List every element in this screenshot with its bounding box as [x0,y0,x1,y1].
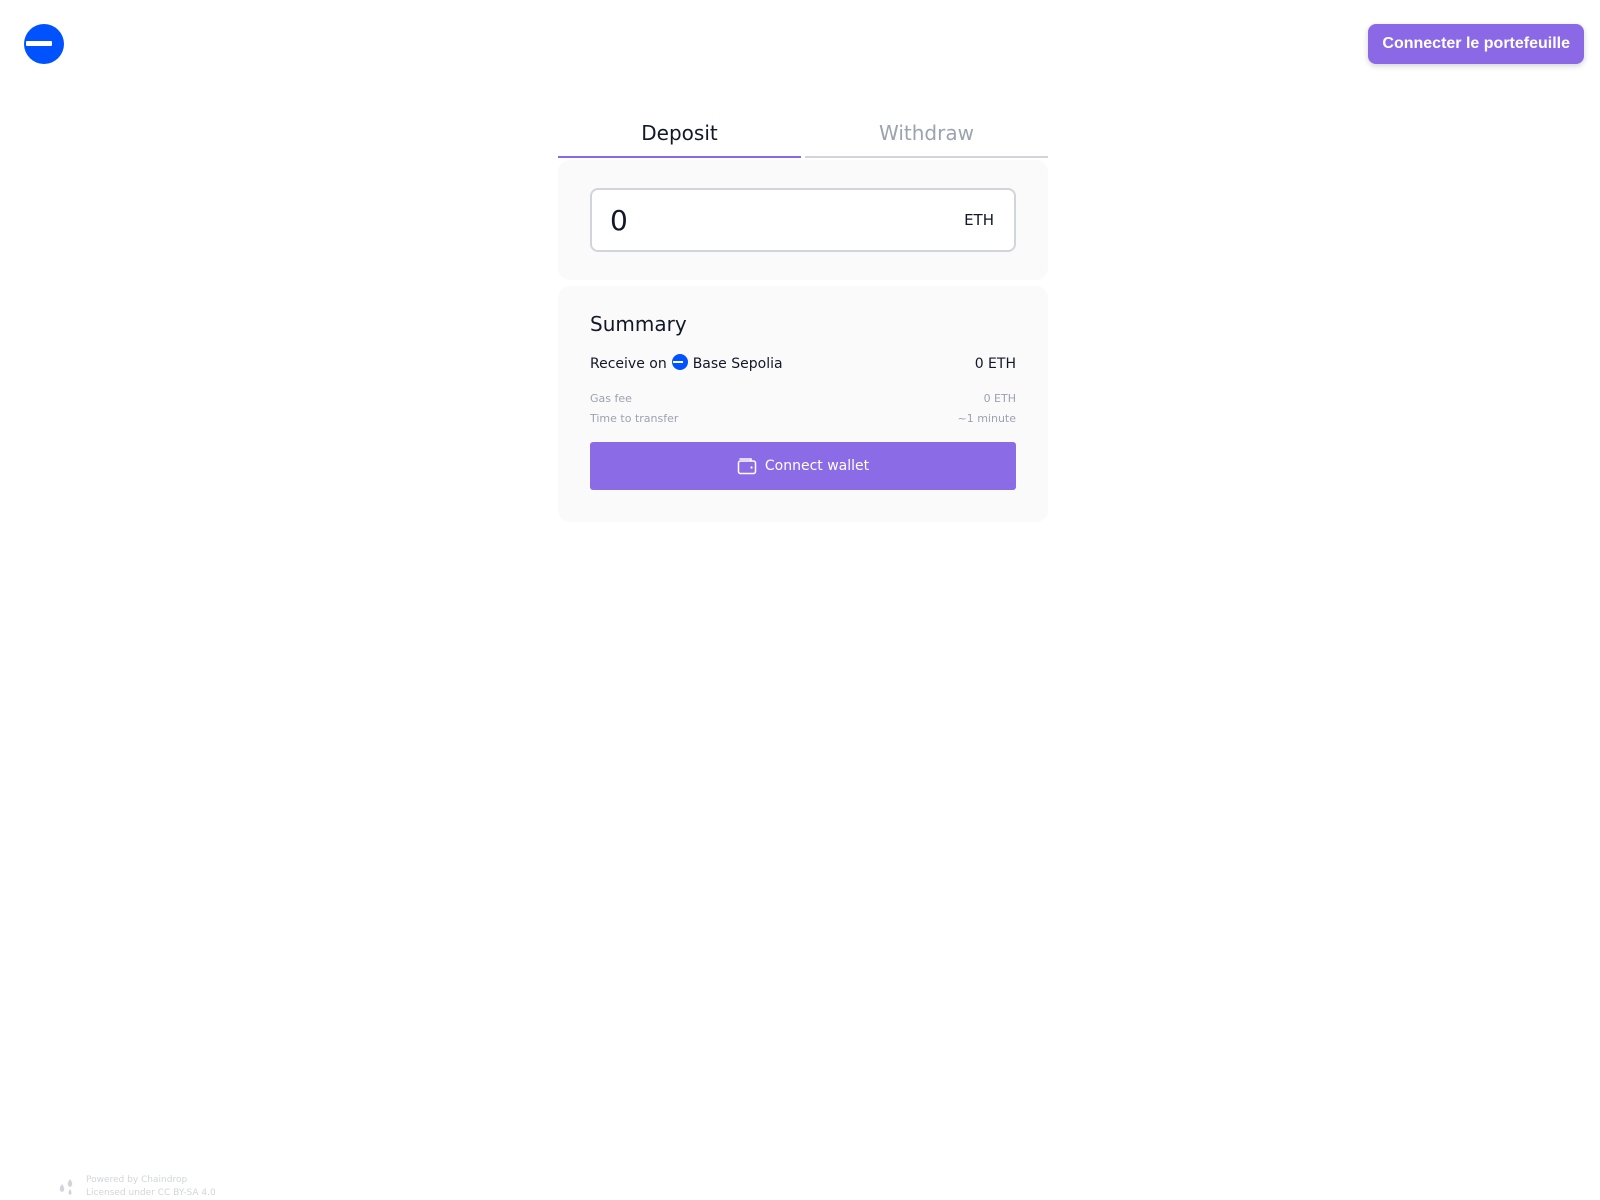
amount-field[interactable]: ETH [590,188,1016,252]
wallet-icon [737,458,757,475]
chaindrop-logo-icon [59,1179,73,1195]
base-logo-icon[interactable] [24,24,64,64]
header-connect-wallet-button[interactable]: Connecter le portefeuille [1368,24,1584,64]
receive-label-group: Receive on Base Sepolia [590,354,783,372]
summary-card: Summary Receive on Base Sepolia 0 ETH Ga… [558,286,1048,522]
tab-deposit[interactable]: Deposit [558,118,801,158]
base-network-icon [671,354,688,370]
connect-wallet-button[interactable]: Connect wallet [590,442,1016,490]
transfer-time-label: Time to transfer [590,411,679,425]
receive-value: 0 ETH [974,356,1016,372]
amount-card: ETH [558,160,1048,280]
receive-row: Receive on Base Sepolia 0 ETH [590,354,1016,374]
gas-fee-label: Gas fee [590,391,632,405]
transfer-time-row: Time to transfer ~1 minute [590,408,1016,428]
gas-fee-row: Gas fee 0 ETH [590,388,1016,408]
gas-fee-value: 0 ETH [983,391,1016,405]
summary-title: Summary [590,312,687,336]
footer-license[interactable]: Licensed under CC BY-SA 4.0 [86,1187,216,1200]
currency-label: ETH [964,211,994,229]
footer-powered-by[interactable]: Powered by Chaindrop [86,1174,216,1187]
bridge-panel: Deposit Withdraw ETH Summary Receive on … [558,118,1048,522]
tab-withdraw[interactable]: Withdraw [805,118,1048,158]
app-header: Connecter le portefeuille [0,0,1600,90]
footer: Powered by Chaindrop Licensed under CC B… [56,1174,216,1200]
tab-bar: Deposit Withdraw [558,118,1048,158]
transfer-time-value: ~1 minute [957,411,1016,425]
footer-text: Powered by Chaindrop Licensed under CC B… [86,1174,216,1200]
network-name: Base Sepolia [692,356,783,372]
connect-wallet-label: Connect wallet [764,458,870,474]
receive-prefix: Receive on [590,356,667,372]
amount-input[interactable] [608,202,908,238]
